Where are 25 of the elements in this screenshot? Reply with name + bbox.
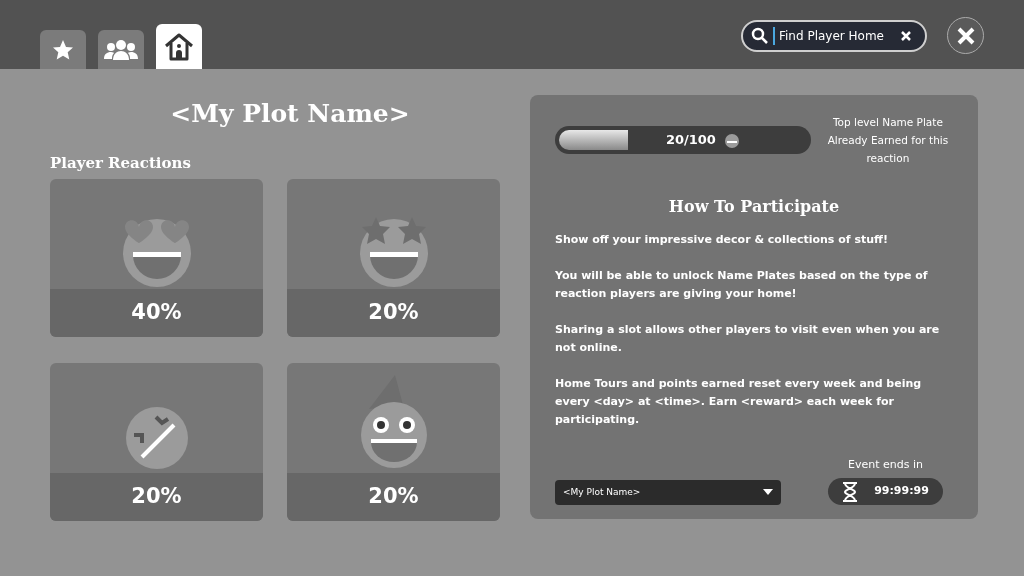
close-icon (956, 26, 975, 45)
instruction-paragraph: Show off your impressive decor & collections of stuff! (555, 232, 889, 248)
instruction-paragraph: Sharing a slot allows other players to visit even when you are not online. (555, 322, 941, 356)
search-icon (751, 26, 769, 45)
instruction-paragraph: Home Tours and points earned reset every week and being every <day> at <time>. Earn <reward> each week for participating. (555, 376, 923, 428)
hourglass-icon (842, 481, 859, 502)
search-field[interactable]: Find Player Home (741, 19, 927, 52)
plot-title: <My Plot Name> (169, 98, 411, 130)
participate-title: How To Participate (667, 196, 841, 218)
instruction-paragraph: You will be able to unlock Name Plates based on the type of reaction players are giving your home! (555, 268, 929, 302)
reaction-percent: 20% (287, 289, 500, 337)
group-icon (103, 37, 139, 62)
clear-icon[interactable] (901, 30, 911, 41)
section-heading: Player Reactions (50, 152, 192, 174)
tab[interactable] (156, 24, 202, 69)
close-button[interactable] (947, 17, 984, 54)
reaction-percent: 40% (50, 289, 263, 337)
event-timer: 99:99:99 (828, 478, 943, 505)
reaction-percent: 20% (50, 473, 263, 521)
event-label: Event ends in (848, 456, 923, 473)
caret-icon (763, 489, 773, 496)
reaction-percent: 20% (287, 473, 500, 521)
progress-reading: 20/100 (665, 131, 716, 150)
plot-dropdown[interactable]: <My Plot Name> (555, 480, 781, 505)
name-plate-note: Top level Name Plate Already Earned for this reaction (826, 115, 950, 166)
